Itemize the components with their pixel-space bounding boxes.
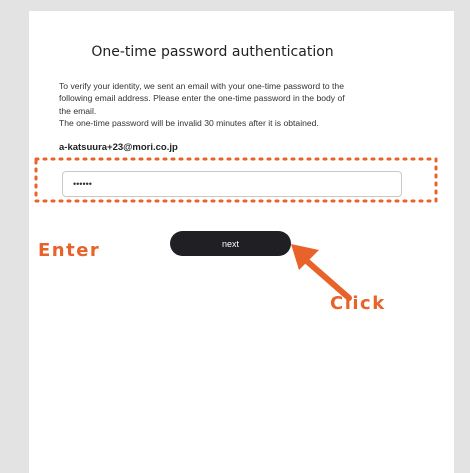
instructions-line: the email.	[59, 105, 97, 116]
recipient-email: a-katsuura+23@mori.co.jp	[59, 142, 178, 153]
instructions-text: To verify your identity, we sent an emai…	[59, 80, 409, 130]
click-annotation: Click	[330, 293, 386, 314]
otp-input[interactable]	[62, 171, 402, 197]
next-button[interactable]: next	[170, 231, 291, 256]
instructions-line: following email address. Please enter th…	[59, 93, 345, 104]
enter-annotation: Enter	[38, 240, 101, 261]
page-title: One-time password authentication	[91, 44, 334, 60]
instructions-line: The one-time password will be invalid 30…	[59, 118, 319, 129]
instructions-line: To verify your identity, we sent an emai…	[59, 81, 344, 91]
